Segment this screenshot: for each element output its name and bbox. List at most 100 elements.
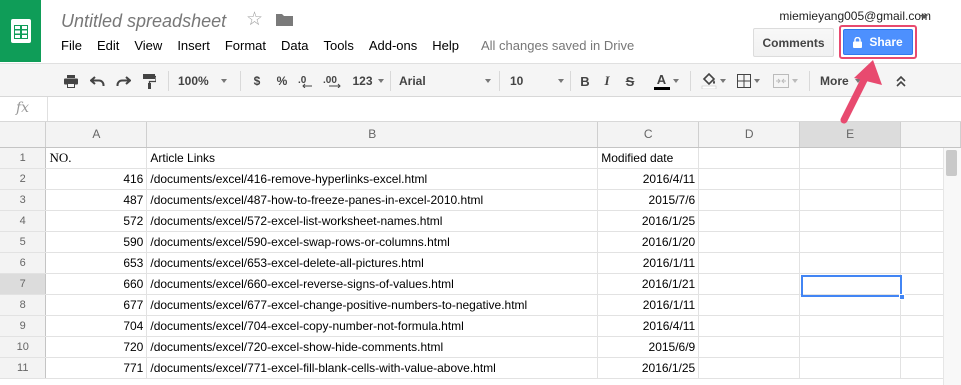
cell-b[interactable]: /documents/excel/416-remove-hyperlinks-e…	[146, 168, 599, 190]
cell-d[interactable]	[698, 336, 801, 358]
cell-e[interactable]	[799, 189, 902, 211]
column-header-b[interactable]: B	[146, 122, 599, 148]
cell-a1[interactable]: NO.	[45, 147, 148, 169]
formula-input[interactable]	[52, 97, 952, 121]
cell-c[interactable]: 2016/1/11	[597, 252, 700, 274]
cell-e[interactable]	[799, 315, 902, 337]
cell-e[interactable]	[799, 294, 902, 316]
folder-icon[interactable]	[276, 13, 293, 26]
cell-c[interactable]: 2016/1/25	[597, 210, 700, 232]
document-title[interactable]: Untitled spreadsheet	[61, 11, 226, 32]
cell-e[interactable]	[799, 252, 902, 274]
cell-b[interactable]: /documents/excel/677-excel-change-positi…	[146, 294, 599, 316]
menu-tools[interactable]: Tools	[323, 38, 353, 53]
currency-format-button[interactable]: $	[249, 69, 265, 93]
undo-icon[interactable]	[87, 69, 107, 93]
cell-e[interactable]	[799, 336, 902, 358]
cell-b[interactable]: /documents/excel/590-excel-swap-rows-or-…	[146, 231, 599, 253]
column-header-f[interactable]	[900, 122, 961, 148]
cell-b[interactable]: /documents/excel/660-excel-reverse-signs…	[146, 273, 599, 295]
cell-a[interactable]: 590	[45, 231, 148, 253]
cell-d[interactable]	[698, 357, 801, 379]
cell-b[interactable]: /documents/excel/572-excel-list-workshee…	[146, 210, 599, 232]
row-header[interactable]: 1	[0, 147, 47, 169]
row-header[interactable]: 8	[0, 294, 47, 316]
font-size-select[interactable]: 10	[510, 69, 564, 93]
paint-format-icon[interactable]	[139, 69, 159, 93]
zoom-select[interactable]: 100%	[178, 69, 234, 93]
cell-c[interactable]: 2015/6/9	[597, 336, 700, 358]
menu-view[interactable]: View	[134, 38, 162, 53]
cell-c[interactable]: 2016/4/11	[597, 315, 700, 337]
select-all-corner[interactable]	[0, 122, 47, 148]
more-button[interactable]: More	[820, 69, 872, 93]
cell-e[interactable]	[799, 357, 902, 379]
italic-button[interactable]: I	[599, 69, 615, 93]
sheets-logo-icon[interactable]	[0, 0, 41, 62]
cell-d[interactable]	[698, 189, 801, 211]
share-button[interactable]: Share	[843, 29, 913, 55]
cell-b[interactable]: /documents/excel/704-excel-copy-number-n…	[146, 315, 599, 337]
cell-c[interactable]: 2016/4/11	[597, 168, 700, 190]
comments-button[interactable]: Comments	[753, 28, 834, 57]
redo-icon[interactable]	[113, 69, 133, 93]
column-header-c[interactable]: C	[597, 122, 700, 148]
cell-b[interactable]: /documents/excel/771-excel-fill-blank-ce…	[146, 357, 599, 379]
cell-a[interactable]: 704	[45, 315, 148, 337]
cell-a[interactable]: 660	[45, 273, 148, 295]
cell-d1[interactable]	[698, 147, 801, 169]
decrease-decimals-button[interactable]: .0	[298, 69, 318, 93]
column-header-e[interactable]: E	[799, 122, 902, 148]
cell-c[interactable]: 2016/1/20	[597, 231, 700, 253]
percent-format-button[interactable]: %	[273, 69, 291, 93]
vertical-scrollbar[interactable]	[943, 148, 961, 385]
row-header[interactable]: 7	[0, 273, 47, 295]
cell-d[interactable]	[698, 168, 801, 190]
cell-a[interactable]: 720	[45, 336, 148, 358]
cell-b1[interactable]: Article Links	[146, 147, 599, 169]
row-header[interactable]: 6	[0, 252, 47, 274]
row-header[interactable]: 4	[0, 210, 47, 232]
menu-format[interactable]: Format	[225, 38, 266, 53]
cell-c[interactable]: 2016/1/25	[597, 357, 700, 379]
cell-d[interactable]	[698, 315, 801, 337]
cell-a[interactable]: 487	[45, 189, 148, 211]
cell-e[interactable]	[799, 231, 902, 253]
row-header[interactable]: 2	[0, 168, 47, 190]
fill-handle[interactable]	[899, 294, 905, 300]
column-header-d[interactable]: D	[698, 122, 801, 148]
cell-b[interactable]: /documents/excel/720-excel-show-hide-com…	[146, 336, 599, 358]
fill-color-button[interactable]	[698, 69, 728, 93]
collapse-toolbar-icon[interactable]	[890, 69, 912, 93]
cell-d[interactable]	[698, 294, 801, 316]
cell-e1[interactable]	[799, 147, 902, 169]
cell-e[interactable]	[799, 168, 902, 190]
cell-a[interactable]: 572	[45, 210, 148, 232]
row-header[interactable]: 10	[0, 336, 47, 358]
account-email[interactable]: miemieyang005@gmail.com	[779, 9, 931, 23]
strikethrough-button[interactable]: S	[622, 69, 638, 93]
cell-d[interactable]	[698, 273, 801, 295]
cell-e[interactable]	[799, 210, 902, 232]
more-formats-button[interactable]: 123	[351, 69, 385, 93]
increase-decimals-button[interactable]: .00	[323, 69, 347, 93]
vertical-scrollbar-thumb[interactable]	[946, 150, 957, 176]
cell-a[interactable]: 653	[45, 252, 148, 274]
cell-d[interactable]	[698, 231, 801, 253]
menu-addons[interactable]: Add-ons	[369, 38, 417, 53]
menu-insert[interactable]: Insert	[177, 38, 210, 53]
cell-c[interactable]: 2016/1/21	[597, 273, 700, 295]
cell-a[interactable]: 677	[45, 294, 148, 316]
cell-e7-selected[interactable]	[799, 273, 902, 295]
account-caret-icon[interactable]	[920, 15, 928, 19]
bold-button[interactable]: B	[577, 69, 593, 93]
cell-c[interactable]: 2016/1/11	[597, 294, 700, 316]
star-icon[interactable]: ☆	[246, 10, 263, 29]
menu-file[interactable]: File	[61, 38, 82, 53]
menu-edit[interactable]: Edit	[97, 38, 119, 53]
cell-b[interactable]: /documents/excel/653-excel-delete-all-pi…	[146, 252, 599, 274]
print-icon[interactable]	[61, 69, 81, 93]
cell-d[interactable]	[698, 210, 801, 232]
menu-help[interactable]: Help	[432, 38, 459, 53]
merge-cells-button[interactable]	[768, 69, 802, 93]
